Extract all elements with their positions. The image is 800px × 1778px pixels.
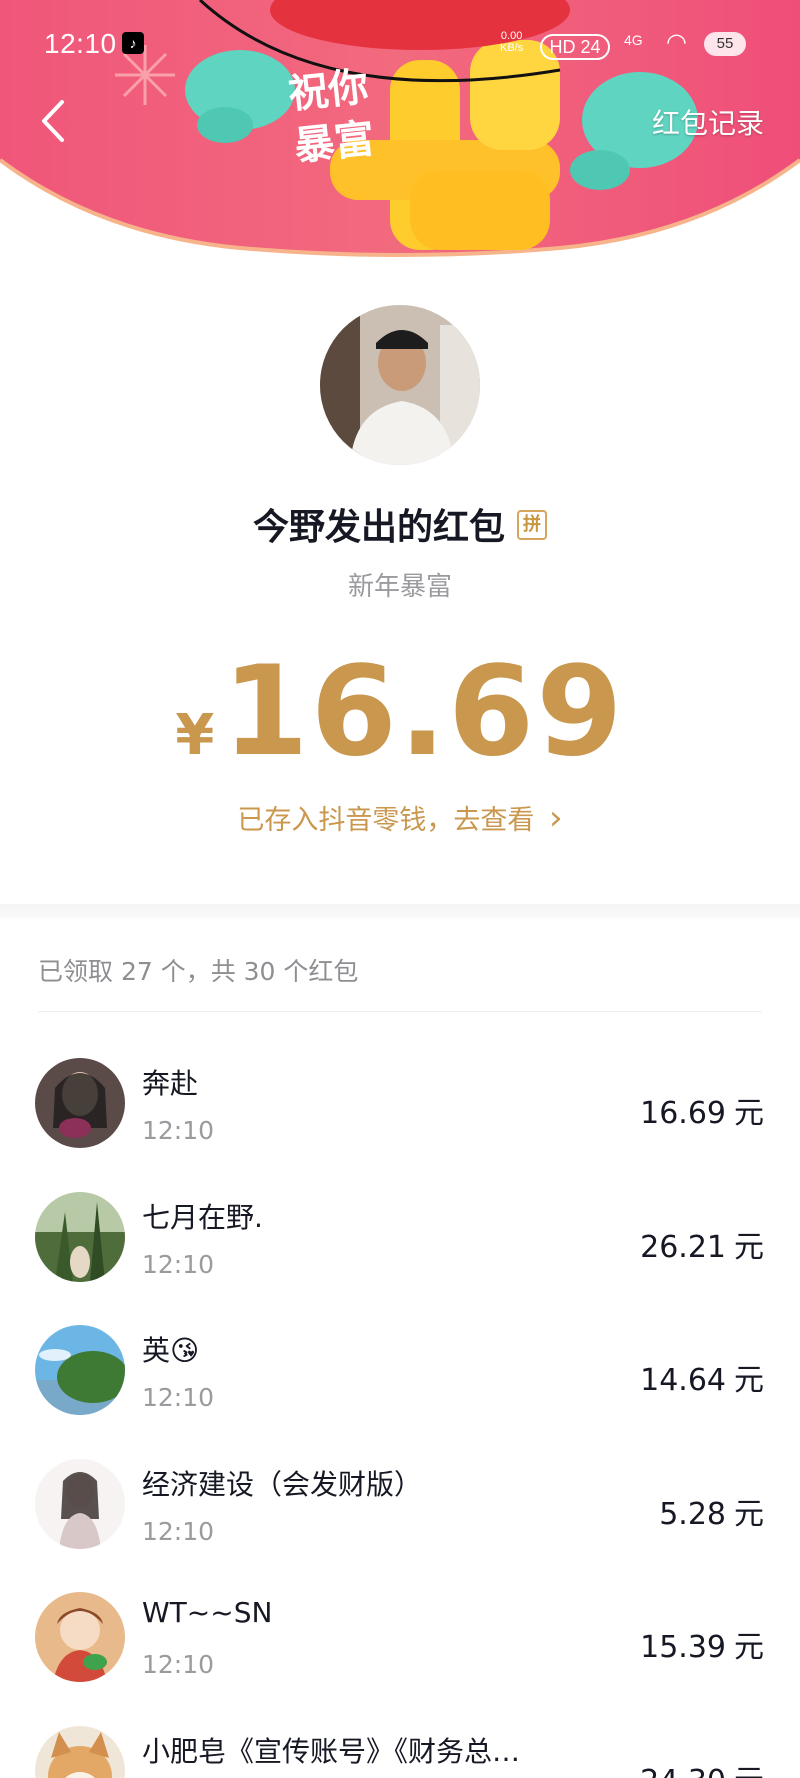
claim-list: 奔赴 12:10 16.69 元 七月在野. 12:10 26.21 元 英😘 12… xyxy=(0,1036,800,1778)
amount-value: 16.69 xyxy=(222,640,625,784)
claim-amount-value: 5.28 xyxy=(659,1496,726,1532)
pin-tag: 拼 xyxy=(517,510,547,540)
claim-time: 12:10 xyxy=(142,1516,215,1546)
network-speed-unit: KB/s xyxy=(500,42,524,54)
claim-time: 12:10 xyxy=(142,1383,215,1412)
battery-icon: 55 xyxy=(704,32,746,56)
user-avatar xyxy=(35,1191,125,1282)
claim-amount-unit: 元 xyxy=(734,1096,764,1131)
user-name: WT~~SN xyxy=(142,1596,273,1629)
view-balance-text: 已存入抖音零钱，去查看 xyxy=(237,805,535,836)
user-name: 奔赴 xyxy=(142,1067,199,1100)
tiktok-icon: ♪ xyxy=(122,32,144,54)
claim-amount-value: 26.21 xyxy=(640,1229,726,1265)
back-button[interactable] xyxy=(34,96,74,146)
claim-amount-value: 24.30 xyxy=(640,1764,726,1778)
header-banner: 祝你 暴富 12:10 ♪ 0.00 KB/s HD 24 4G ◠ 55 红包… xyxy=(0,0,800,262)
claim-amount: 26.21 元 xyxy=(640,1222,764,1266)
blessing-text: 新年暴富 xyxy=(347,572,452,602)
claim-time: 12:10 xyxy=(142,1116,215,1145)
user-avatar xyxy=(35,1058,125,1148)
claim-amount-value: 16.69 xyxy=(640,1096,726,1131)
claim-summary: 已领取 27 个，共 30 个红包 xyxy=(38,957,359,986)
claim-row[interactable]: 经济建设（会发财版） 12:10 5.28 元 xyxy=(0,1437,800,1571)
sender-title-text: 今野发出的红包 xyxy=(252,507,505,548)
banner-text-1: 祝你 xyxy=(286,64,370,118)
claim-amount-value: 14.64 xyxy=(640,1363,726,1398)
sender-title: 今野发出的红包拼 xyxy=(0,498,800,550)
claim-amount-unit: 元 xyxy=(734,1630,764,1665)
user-name: 七月在野. xyxy=(142,1200,263,1234)
claim-row[interactable]: 英😘 12:10 14.64 元 xyxy=(0,1303,800,1437)
claim-amount: 16.69 元 xyxy=(640,1088,764,1132)
hd-badge: HD 24 xyxy=(540,34,610,60)
claim-amount-unit: 元 xyxy=(734,1229,764,1265)
claim-amount: 14.64 元 xyxy=(640,1355,764,1399)
claim-amount: 15.39 元 xyxy=(640,1622,764,1666)
user-name: 英😘 xyxy=(142,1334,200,1367)
network-speed-value: 0.00 xyxy=(500,30,523,42)
user-avatar xyxy=(35,1592,125,1682)
view-balance-link[interactable]: 已存入抖音零钱，去查看 › xyxy=(0,798,800,838)
claim-amount-value: 15.39 xyxy=(640,1630,726,1665)
claim-row[interactable]: WT~~SN 12:10 15.39 元 xyxy=(0,1570,800,1704)
received-amount: ¥16.69 xyxy=(0,640,800,784)
claim-time: 12:10 xyxy=(142,1650,215,1679)
chevron-left-icon xyxy=(42,100,64,142)
chevron-right-icon: › xyxy=(548,798,563,838)
claim-row[interactable]: 小肥皂《宣传账号》《财务总… 24.30 元 xyxy=(0,1704,800,1778)
claim-amount-unit: 元 xyxy=(734,1764,764,1778)
currency-symbol: ¥ xyxy=(175,703,215,768)
banner-text-2: 暴富 xyxy=(292,116,376,170)
status-time: 12:10 xyxy=(44,28,117,59)
summary-divider xyxy=(38,1011,762,1012)
wifi-icon: ◠ xyxy=(666,29,687,56)
signal-icon: 4G xyxy=(624,32,643,48)
claim-amount: 5.28 元 xyxy=(659,1489,764,1533)
claim-row[interactable]: 七月在野. 12:10 26.21 元 xyxy=(0,1170,800,1304)
red-packet-record-link[interactable]: 红包记录 xyxy=(652,102,764,142)
network-speed: 0.00 KB/s xyxy=(500,30,523,54)
user-avatar xyxy=(35,1325,125,1415)
user-name: 小肥皂《宣传账号》《财务总… xyxy=(142,1734,521,1768)
claim-amount-unit: 元 xyxy=(734,1496,764,1532)
sender-avatar-image xyxy=(320,305,480,465)
claim-amount-unit: 元 xyxy=(734,1363,764,1398)
sender-avatar[interactable] xyxy=(320,305,480,465)
claim-time: 12:10 xyxy=(142,1249,215,1279)
user-avatar xyxy=(35,1458,125,1549)
status-bar: 12:10 ♪ 0.00 KB/s HD 24 4G ◠ 55 xyxy=(0,24,800,64)
user-name: 经济建设（会发财版） xyxy=(142,1467,423,1501)
user-avatar xyxy=(35,1725,125,1778)
section-divider xyxy=(0,904,800,918)
claim-amount: 24.30 元 xyxy=(640,1756,764,1778)
claim-row[interactable]: 奔赴 12:10 16.69 元 xyxy=(0,1036,800,1170)
